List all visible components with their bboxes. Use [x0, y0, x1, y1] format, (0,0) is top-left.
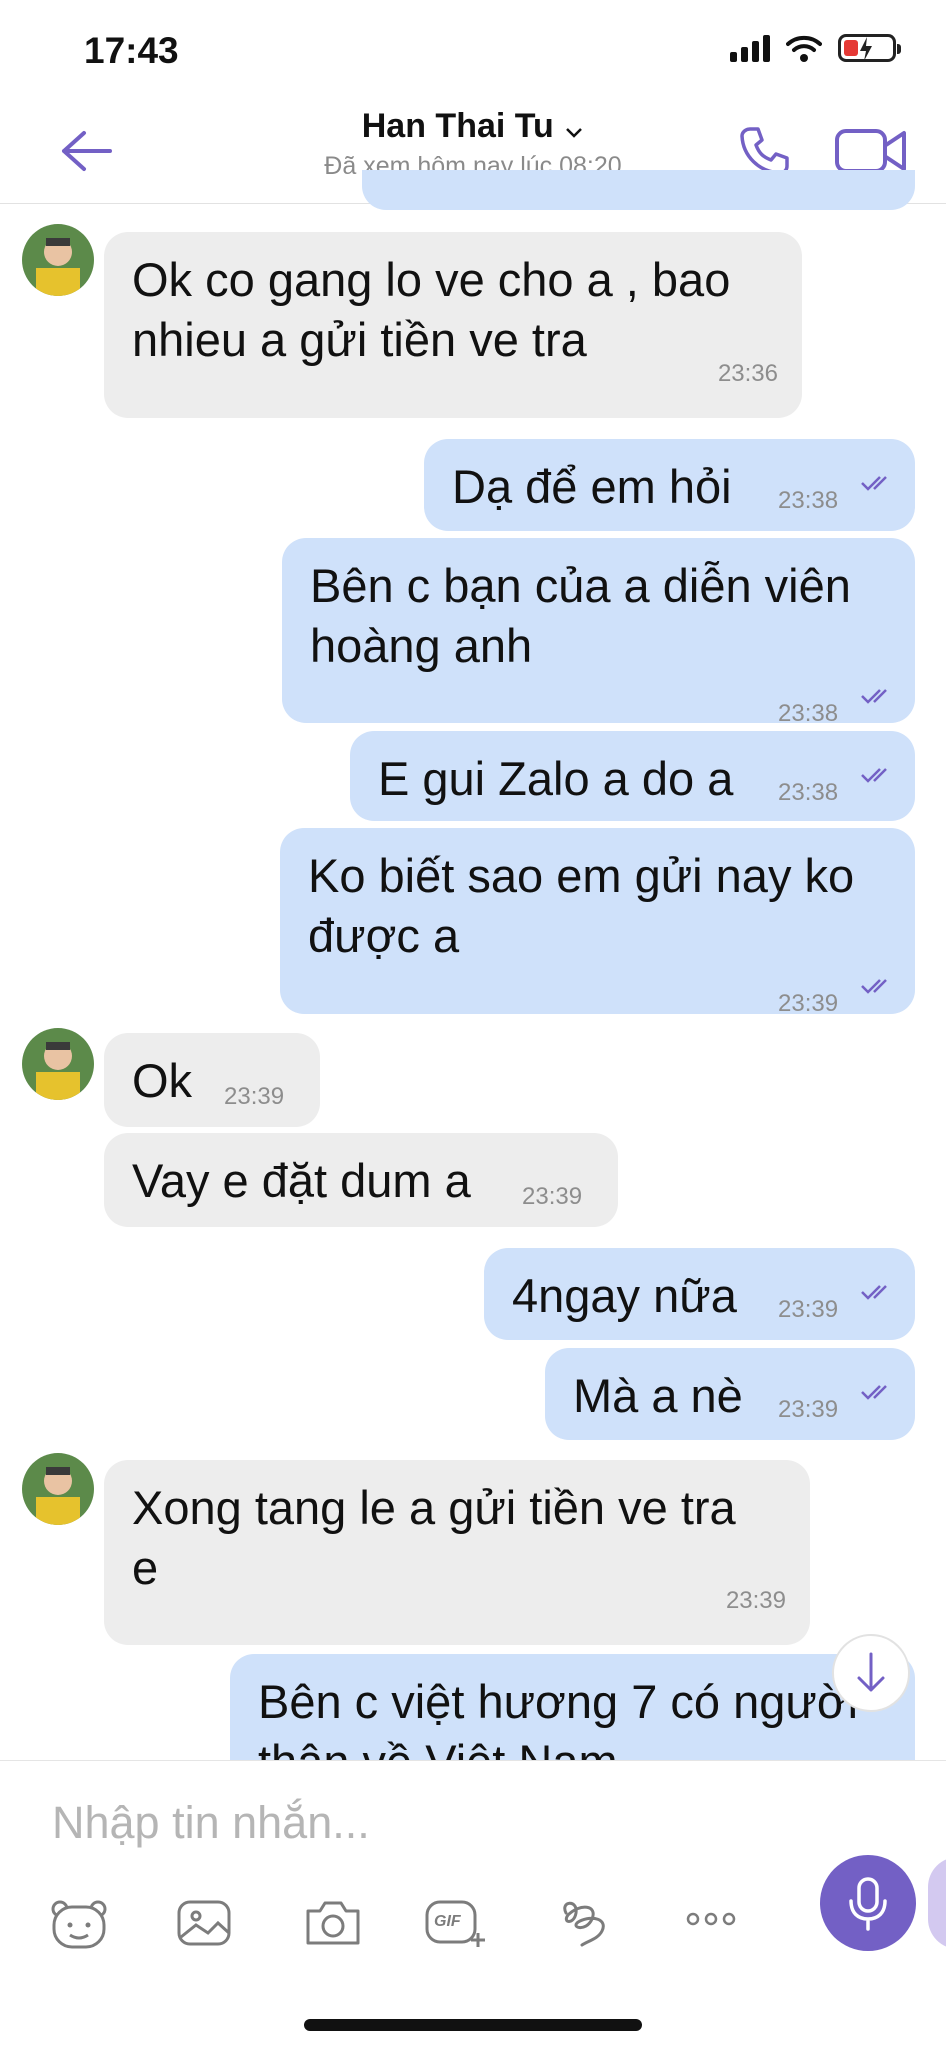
message-bubble[interactable]: Xong tang le a gửi tiền ve tra e 23:39 — [104, 1460, 810, 1645]
message-bubble[interactable]: Vay e đặt dum a 23:39 — [104, 1133, 618, 1227]
message-text: 4ngay nữa — [512, 1269, 737, 1322]
read-ticks-icon — [861, 979, 887, 994]
gif-label: GIF — [434, 1913, 461, 1930]
battery-icon — [838, 34, 901, 62]
message-text: Vay e đặt dum a — [132, 1154, 471, 1207]
message-bubble[interactable]: Ok 23:39 — [104, 1033, 320, 1127]
message-bubble[interactable]: Bên c bạn của a diễn viên hoàng anh 23:3… — [282, 538, 915, 727]
message-bubble[interactable]: Dạ để em hỏi 23:38 — [424, 439, 915, 531]
microphone-icon — [849, 1877, 887, 1931]
message-time: 23:39 — [224, 1083, 285, 1110]
message-time: 23:38 — [778, 779, 839, 806]
status-icons — [730, 34, 901, 62]
avatar[interactable] — [22, 224, 94, 296]
gif-icon[interactable]: GIF — [424, 1897, 488, 1956]
message-time: 23:39 — [778, 990, 839, 1017]
more-icon[interactable] — [684, 1909, 738, 1929]
message-bubble[interactable]: 4ngay nữa 23:39 — [484, 1248, 915, 1340]
arrow-down-icon — [857, 1652, 885, 1692]
read-ticks-icon — [861, 689, 887, 704]
message-time: 23:36 — [717, 360, 778, 387]
read-ticks-icon — [861, 476, 887, 491]
message-bubble[interactable]: Ko biết sao em gửi nay ko được a 23:39 — [280, 828, 915, 1017]
chevron-down-icon[interactable] — [564, 126, 584, 140]
read-ticks-icon — [861, 1385, 887, 1400]
message-text: E gui Zalo a do a — [378, 752, 734, 805]
message-bubble[interactable]: Bên c việt hương 7 có người thân về Việt… — [230, 1654, 915, 1760]
message-text: Ok co gang lo ve cho a , bao nhieu a gửi… — [132, 253, 731, 366]
avatar[interactable] — [22, 1453, 94, 1525]
camera-icon[interactable] — [304, 1897, 362, 1949]
message-text: Bên c bạn của a diễn viên hoàng anh — [310, 559, 851, 672]
wifi-icon — [786, 35, 822, 62]
composer: Nhập tin nhắn... GIF — [0, 1760, 946, 2049]
message-time: 23:39 — [778, 1296, 839, 1323]
message-input[interactable]: Nhập tin nhắn... — [52, 1797, 370, 1849]
message-clip: Bên c việt hương 7 có người thân về Việt… — [0, 1650, 946, 1760]
message-text: Dạ để em hỏi — [452, 460, 732, 513]
read-ticks-icon — [861, 1285, 887, 1300]
message-time: 23:38 — [778, 487, 839, 514]
message-bubble[interactable]: Mà a nè 23:39 — [545, 1348, 915, 1440]
message-time: 23:39 — [778, 1396, 839, 1423]
home-indicator — [304, 2019, 642, 2031]
signal-icon — [730, 34, 770, 62]
doodle-icon[interactable] — [558, 1897, 612, 1949]
avatar[interactable] — [22, 1028, 94, 1100]
scroll-to-bottom-button[interactable] — [832, 1634, 910, 1712]
sticker-icon[interactable] — [50, 1897, 108, 1951]
message-time: 23:39 — [522, 1183, 583, 1210]
contact-name[interactable]: Han Thai Tu — [362, 107, 554, 145]
gallery-icon[interactable] — [176, 1897, 232, 1949]
message-text: Ok — [132, 1054, 193, 1107]
read-ticks-icon — [861, 768, 887, 783]
message-text: Xong tang le a gửi tiền ve tra e — [132, 1481, 736, 1594]
message-bubble-partial — [362, 170, 915, 210]
message-bubble[interactable]: Ok co gang lo ve cho a , bao nhieu a gửi… — [104, 232, 802, 418]
send-button-edge[interactable] — [928, 1857, 946, 1949]
message-time: 23:39 — [725, 1587, 786, 1614]
message-text: Ko biết sao em gửi nay ko được a — [308, 849, 855, 962]
message-bubble[interactable]: E gui Zalo a do a 23:38 — [350, 731, 915, 821]
status-time: 17:43 — [84, 30, 179, 71]
message-text: Mà a nè — [573, 1369, 743, 1422]
voice-message-button[interactable] — [820, 1855, 916, 1951]
